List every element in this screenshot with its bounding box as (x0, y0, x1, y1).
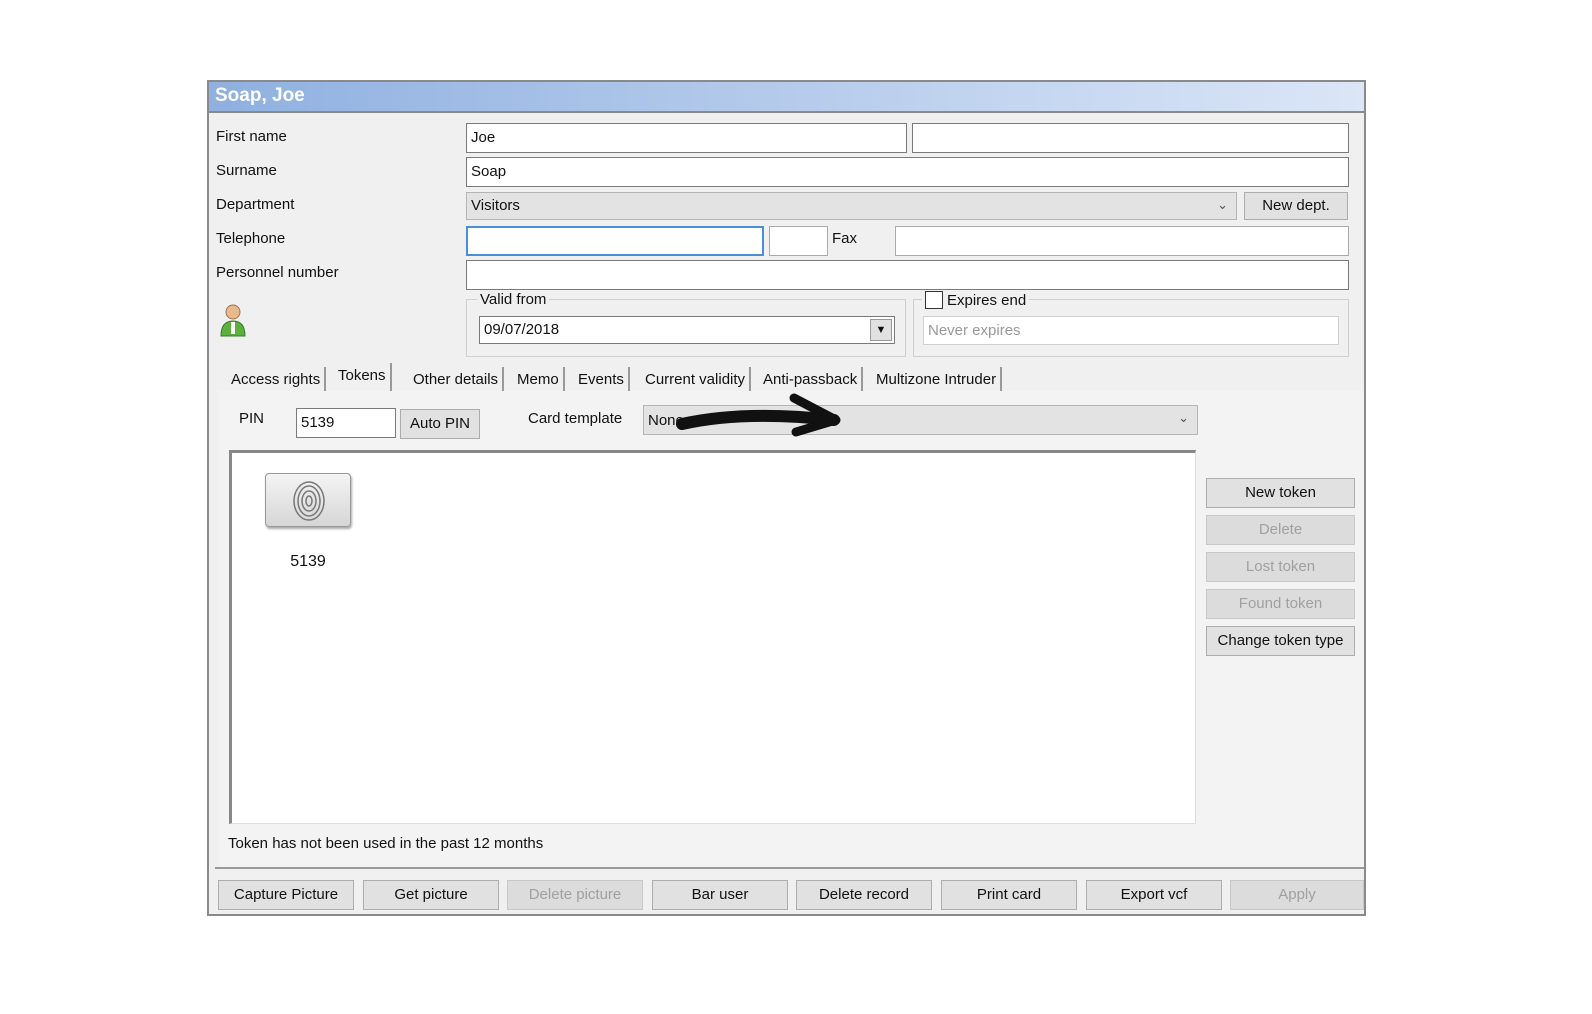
valid-from-label: Valid from (477, 291, 550, 308)
export-vcf-button[interactable]: Export vcf (1086, 880, 1222, 910)
telephone-input[interactable] (466, 226, 764, 256)
lost-token-button[interactable]: Lost token (1206, 552, 1355, 582)
print-card-button[interactable]: Print card (941, 880, 1077, 910)
department-label: Department (216, 196, 295, 213)
apply-button[interactable]: Apply (1230, 880, 1364, 910)
pin-input[interactable]: 5139 (296, 408, 396, 438)
bar-user-button[interactable]: Bar user (652, 880, 788, 910)
token-usage-status: Token has not been used in the past 12 m… (228, 835, 544, 852)
user-avatar-icon (219, 302, 247, 338)
get-picture-button[interactable]: Get picture (363, 880, 499, 910)
valid-from-value: 09/07/2018 (484, 321, 560, 338)
new-token-button[interactable]: New token (1206, 478, 1355, 508)
personnel-number-input[interactable] (466, 260, 1349, 290)
dropdown-arrow-icon[interactable]: ▼ (870, 319, 892, 341)
telephone-ext-input[interactable] (769, 226, 828, 256)
first-name-extra-input[interactable] (912, 123, 1349, 153)
expires-end-checkbox[interactable] (925, 291, 943, 309)
annotation-arrow-icon (676, 393, 841, 437)
change-token-type-button[interactable]: Change token type (1206, 626, 1355, 656)
delete-picture-button[interactable]: Delete picture (507, 880, 643, 910)
chevron-down-icon: ⌄ (1178, 410, 1189, 425)
pin-label: PIN (239, 410, 265, 427)
token-label: 5139 (290, 553, 326, 570)
first-name-label: First name (216, 128, 287, 145)
fax-input[interactable] (895, 226, 1349, 256)
expires-end-checkbox-row[interactable]: Expires end (922, 291, 1030, 309)
telephone-label: Telephone (216, 230, 286, 247)
user-record-window: Soap, Joe First name Joe Surname Soap De… (207, 80, 1366, 916)
new-dept-button[interactable]: New dept. (1244, 192, 1348, 220)
department-value: Visitors (471, 197, 520, 214)
valid-from-date-picker[interactable]: 09/07/2018 ▼ (479, 316, 895, 344)
delete-token-button[interactable]: Delete (1206, 515, 1355, 545)
surname-input[interactable]: Soap (466, 157, 1349, 187)
capture-picture-button[interactable]: Capture Picture (218, 880, 354, 910)
chevron-down-icon: ⌄ (1217, 197, 1228, 212)
found-token-button[interactable]: Found token (1206, 589, 1355, 619)
auto-pin-button[interactable]: Auto PIN (400, 409, 480, 439)
personnel-number-label: Personnel number (216, 264, 339, 281)
delete-record-button[interactable]: Delete record (796, 880, 932, 910)
expires-end-label: Expires end (947, 291, 1027, 309)
department-select[interactable]: Visitors ⌄ (466, 192, 1237, 220)
window-title: Soap, Joe (209, 82, 1364, 113)
token-list[interactable]: 5139 (229, 450, 1196, 824)
surname-label: Surname (216, 162, 277, 179)
card-template-label: Card template (528, 410, 623, 427)
expires-end-input[interactable]: Never expires (923, 316, 1339, 345)
fingerprint-icon[interactable] (265, 473, 351, 527)
fax-label: Fax (832, 230, 858, 247)
first-name-input[interactable]: Joe (466, 123, 907, 153)
footer-divider (215, 867, 1364, 869)
